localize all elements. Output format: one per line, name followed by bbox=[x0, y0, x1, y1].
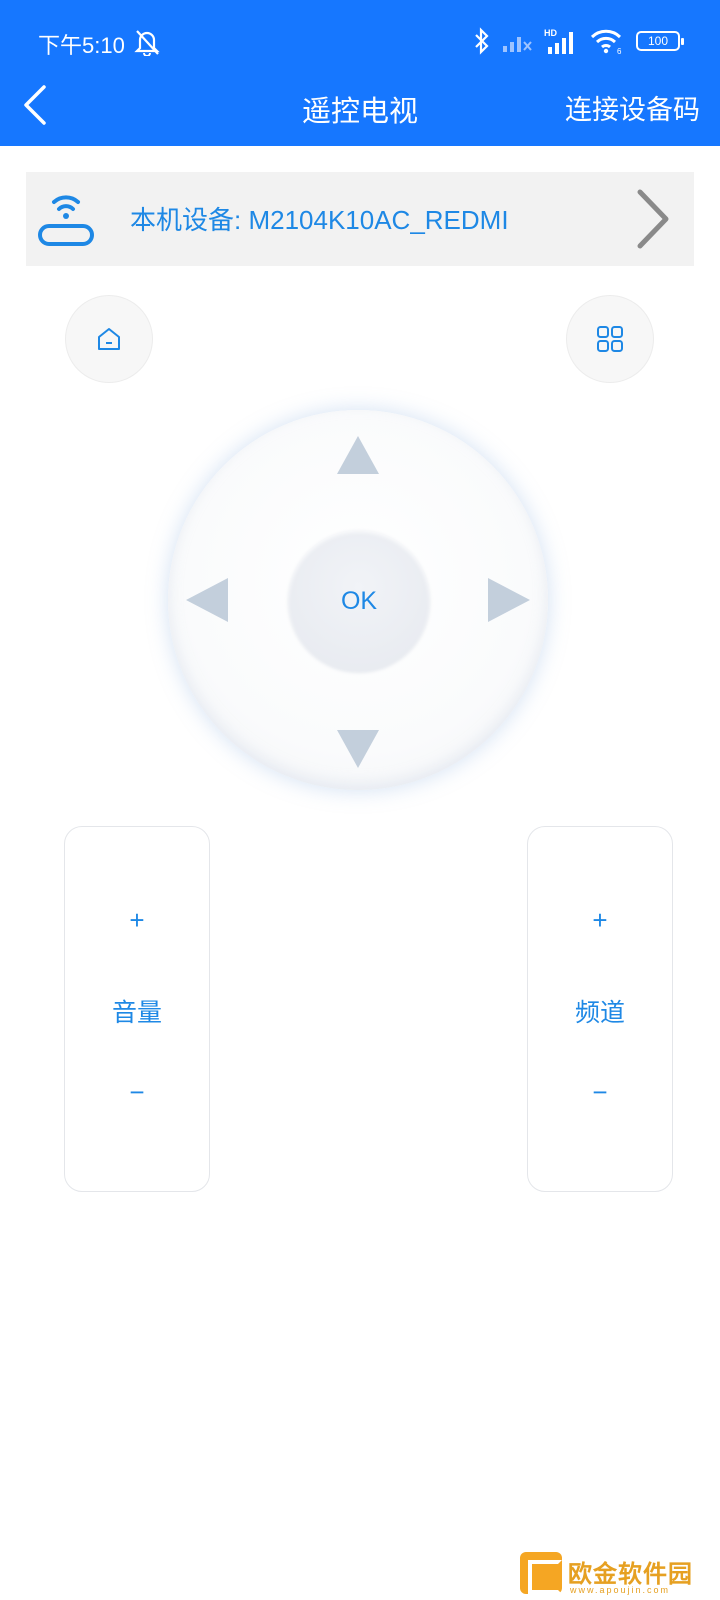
svg-text:HD: HD bbox=[544, 28, 557, 38]
home-button[interactable] bbox=[65, 295, 153, 383]
ok-button[interactable]: OK bbox=[288, 530, 430, 672]
arrow-left-button[interactable] bbox=[184, 576, 230, 624]
status-bar: 下午5:10 HD 6 100 bbox=[0, 0, 720, 80]
status-icons: HD 6 100 bbox=[474, 26, 684, 56]
chevron-right-icon bbox=[637, 189, 669, 249]
signal-weak-icon bbox=[503, 37, 532, 52]
volume-up-button[interactable]: + bbox=[65, 905, 209, 936]
svg-text:6: 6 bbox=[617, 47, 622, 55]
signal-hd-icon: HD bbox=[544, 28, 573, 54]
nav-bar: 遥控电视 连接设备码 bbox=[0, 80, 720, 146]
device-label: 本机设备: M2104K10AC_REDMI bbox=[130, 205, 509, 235]
status-time: 下午5:10 bbox=[38, 33, 125, 58]
battery-icon: 100 bbox=[636, 31, 684, 51]
channel-down-button[interactable]: − bbox=[528, 1077, 672, 1108]
wifi-icon: 6 bbox=[590, 29, 622, 55]
arrow-up-button[interactable] bbox=[335, 434, 381, 476]
volume-down-button[interactable]: − bbox=[65, 1077, 209, 1108]
dpad: OK bbox=[168, 410, 548, 790]
channel-label: 频道 bbox=[574, 998, 625, 1027]
volume-label: 音量 bbox=[111, 998, 162, 1027]
watermark-url: www.apoujin.com bbox=[570, 1585, 671, 1595]
volume-rocker: + 音量 − bbox=[64, 826, 210, 1192]
arrow-down-button[interactable] bbox=[335, 728, 381, 770]
connect-device-code-button[interactable]: 连接设备码 bbox=[565, 88, 700, 127]
channel-up-button[interactable]: + bbox=[528, 905, 672, 936]
battery-level: 100 bbox=[647, 34, 669, 48]
channel-rocker: + 频道 − bbox=[527, 826, 673, 1192]
bluetooth-icon bbox=[475, 27, 489, 55]
home-icon bbox=[98, 328, 120, 350]
watermark: 欧金软件园 www.apoujin.com bbox=[520, 1552, 720, 1600]
device-selector[interactable]: 本机设备: M2104K10AC_REDMI bbox=[26, 172, 694, 266]
grid-icon bbox=[597, 326, 623, 352]
watermark-logo-icon bbox=[520, 1552, 562, 1594]
watermark-name: 欧金软件园 bbox=[568, 1560, 693, 1588]
mute-notification-icon bbox=[134, 30, 160, 56]
apps-button[interactable] bbox=[566, 295, 654, 383]
arrow-right-button[interactable] bbox=[486, 576, 532, 624]
wifi-router-icon bbox=[38, 195, 94, 246]
app-header: 下午5:10 HD 6 100 遥控电视 连接设备码 bbox=[0, 0, 720, 146]
